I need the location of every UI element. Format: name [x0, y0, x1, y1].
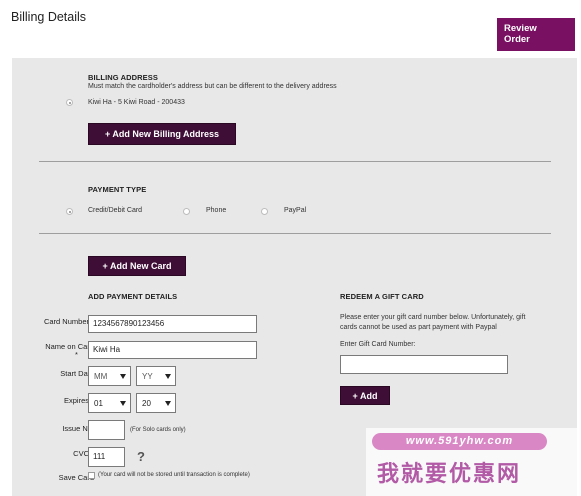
save-card-checkbox[interactable]: [88, 472, 95, 479]
start-year-select[interactable]: YY: [136, 366, 176, 386]
payment-option-phone-label: Phone: [206, 207, 227, 214]
chevron-down-icon: [120, 401, 126, 406]
issue-no-note: (For Solo cards only): [130, 427, 186, 433]
chevron-down-icon: [165, 401, 171, 406]
payment-option-paypal-label: PayPal: [284, 207, 307, 214]
issue-no-label: Issue No.: [62, 424, 94, 433]
divider: [39, 161, 551, 162]
expires-month-select[interactable]: 01: [88, 393, 131, 413]
gift-card-text-line2: cards cannot be used as part payment wit…: [340, 324, 497, 331]
expires-month-value: 01: [94, 399, 103, 408]
card-number-label: Card Number *: [43, 317, 94, 326]
watermark-text: 我就要优惠网: [377, 461, 522, 486]
name-on-card-label: Name on Card: [45, 342, 94, 351]
payment-option-card-label: Credit/Debit Card: [88, 207, 143, 214]
watermark-url: www.591yhw.com: [372, 433, 547, 450]
expires-year-value: 20: [142, 399, 151, 408]
expires-year-select[interactable]: 20: [136, 393, 176, 413]
page-title: Billing Details: [11, 10, 87, 24]
start-month-select[interactable]: MM: [88, 366, 131, 386]
cvc-input[interactable]: 111: [88, 447, 125, 467]
expires-label: Expires *: [63, 396, 94, 405]
issue-no-input[interactable]: [88, 420, 125, 440]
billing-address-note: Must match the cardholder's address but …: [88, 83, 337, 90]
payment-type-heading: PAYMENT TYPE: [88, 185, 147, 194]
payment-option-phone-radio[interactable]: [183, 208, 190, 215]
gift-card-text-line1: Please enter your gift card number below…: [340, 314, 526, 321]
payment-option-card-radio[interactable]: [66, 208, 73, 215]
save-card-note: (Your card will not be stored until tran…: [98, 472, 250, 478]
divider: [39, 233, 551, 234]
gift-card-field-label: Enter Gift Card Number:: [340, 341, 416, 348]
review-order-button[interactable]: Review Order: [497, 18, 575, 51]
add-payment-details-heading: ADD PAYMENT DETAILS: [88, 292, 178, 301]
chevron-down-icon: [165, 374, 171, 379]
add-new-card-button[interactable]: + Add New Card: [88, 256, 186, 276]
billing-address-radio[interactable]: [66, 99, 73, 106]
start-month-value: MM: [94, 372, 108, 381]
card-number-input[interactable]: 1234567890123456: [88, 315, 257, 333]
gift-card-heading: REDEEM A GIFT CARD: [340, 292, 424, 301]
add-billing-address-button[interactable]: + Add New Billing Address: [88, 123, 236, 145]
billing-address-heading: BILLING ADDRESS: [88, 73, 158, 82]
payment-option-paypal-radio[interactable]: [261, 208, 268, 215]
cvc-label: CVC *: [73, 449, 94, 458]
help-icon[interactable]: ?: [137, 449, 145, 464]
start-date-label: Start Date: [60, 369, 94, 378]
billing-address-text: Kiwi Ha - 5 Kiwi Road - 200433: [88, 99, 185, 106]
gift-card-input[interactable]: [340, 355, 508, 374]
save-card-label: Save Card: [58, 473, 94, 482]
start-year-value: YY: [142, 372, 153, 381]
chevron-down-icon: [120, 374, 126, 379]
name-on-card-required-mark: *: [75, 350, 78, 359]
name-on-card-input[interactable]: Kiwi Ha: [88, 341, 257, 359]
gift-card-add-button[interactable]: + Add: [340, 386, 390, 405]
